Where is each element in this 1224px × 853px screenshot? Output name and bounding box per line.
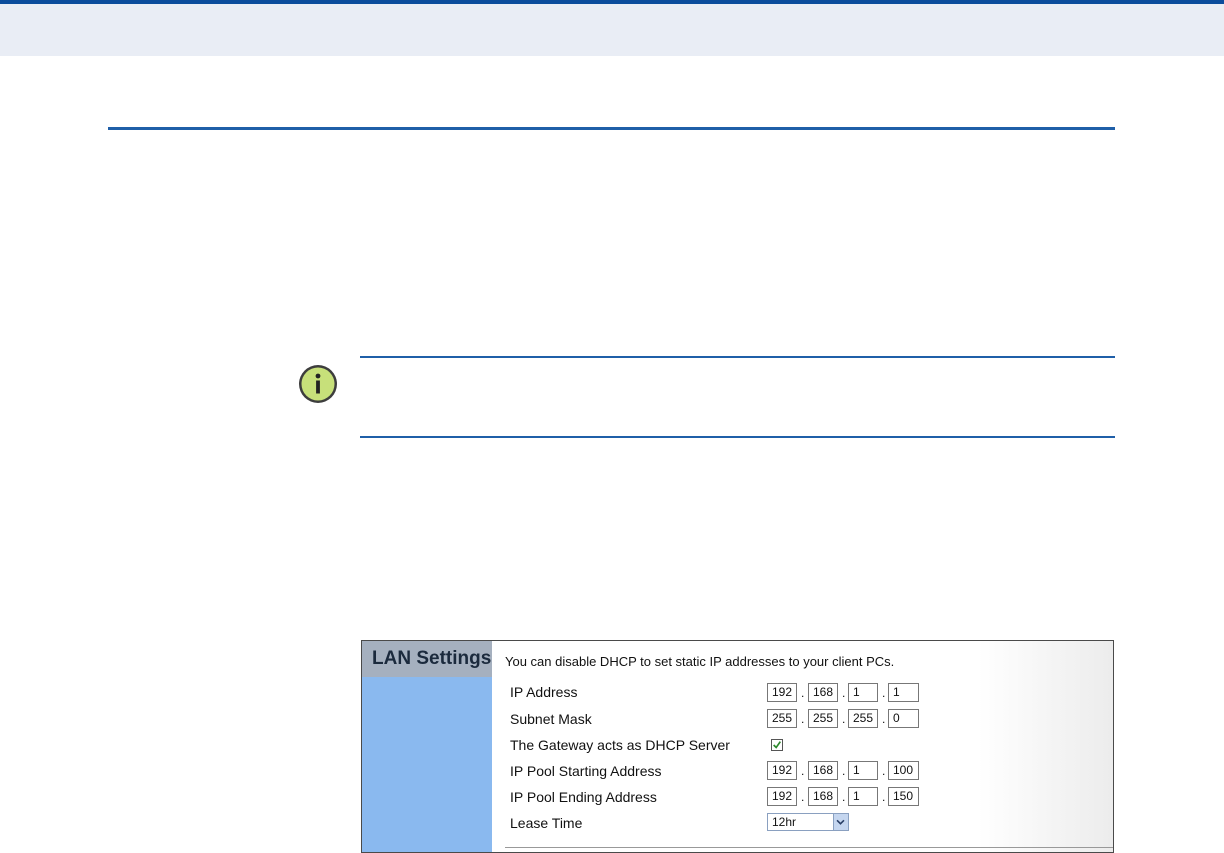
- pool-end-octet-2[interactable]: 168: [808, 787, 838, 806]
- octet-separator: .: [801, 686, 805, 700]
- subnet-mask-octet-2[interactable]: 255: [808, 709, 838, 728]
- lease-time-select[interactable]: 12hr: [767, 813, 849, 831]
- octet-separator: .: [842, 686, 846, 700]
- octet-separator: .: [882, 764, 886, 778]
- octet-separator: .: [801, 790, 805, 804]
- ip-address-label: IP Address: [510, 684, 578, 700]
- pool-start-octet-3[interactable]: 1: [848, 761, 878, 780]
- lan-bottom-divider: [505, 847, 1113, 848]
- pool-end-label: IP Pool Ending Address: [510, 789, 657, 805]
- octet-separator: .: [842, 712, 846, 726]
- pool-start-octet-4[interactable]: 100: [888, 761, 919, 780]
- note-bottom-rule: [360, 436, 1115, 438]
- pool-start-label: IP Pool Starting Address: [510, 763, 662, 779]
- lan-settings-panel: LAN Settings You can disable DHCP to set…: [361, 640, 1114, 853]
- section-divider: [108, 127, 1115, 130]
- subnet-mask-octet-1[interactable]: 255: [767, 709, 797, 728]
- octet-separator: .: [882, 712, 886, 726]
- subnet-mask-label: Subnet Mask: [510, 711, 592, 727]
- ip-address-octet-3[interactable]: 1: [848, 683, 878, 702]
- ip-address-octet-2[interactable]: 168: [808, 683, 838, 702]
- chevron-down-icon[interactable]: [833, 814, 848, 830]
- checkmark-icon: [773, 741, 782, 749]
- octet-separator: .: [882, 790, 886, 804]
- note-top-rule: [360, 356, 1115, 358]
- pool-end-octet-3[interactable]: 1: [848, 787, 878, 806]
- lan-description: You can disable DHCP to set static IP ad…: [505, 654, 895, 669]
- ip-address-octet-4[interactable]: 1: [888, 683, 919, 702]
- subnet-mask-octet-3[interactable]: 255: [848, 709, 878, 728]
- octet-separator: .: [801, 764, 805, 778]
- info-icon: [299, 365, 337, 403]
- pool-start-octet-2[interactable]: 168: [808, 761, 838, 780]
- page-header-band: [0, 0, 1224, 56]
- pool-end-octet-1[interactable]: 192: [767, 787, 797, 806]
- pool-end-octet-4[interactable]: 150: [888, 787, 919, 806]
- dhcp-server-checkbox[interactable]: [771, 739, 783, 751]
- ip-address-octet-1[interactable]: 192: [767, 683, 797, 702]
- octet-separator: .: [801, 712, 805, 726]
- octet-separator: .: [842, 764, 846, 778]
- subnet-mask-octet-4[interactable]: 0: [888, 709, 919, 728]
- octet-separator: .: [882, 686, 886, 700]
- pool-start-octet-1[interactable]: 192: [767, 761, 797, 780]
- lan-settings-title: LAN Settings: [362, 641, 492, 677]
- lease-time-label: Lease Time: [510, 815, 583, 831]
- lease-time-value: 12hr: [772, 815, 797, 829]
- dhcp-server-label: The Gateway acts as DHCP Server: [510, 737, 730, 753]
- octet-separator: .: [842, 790, 846, 804]
